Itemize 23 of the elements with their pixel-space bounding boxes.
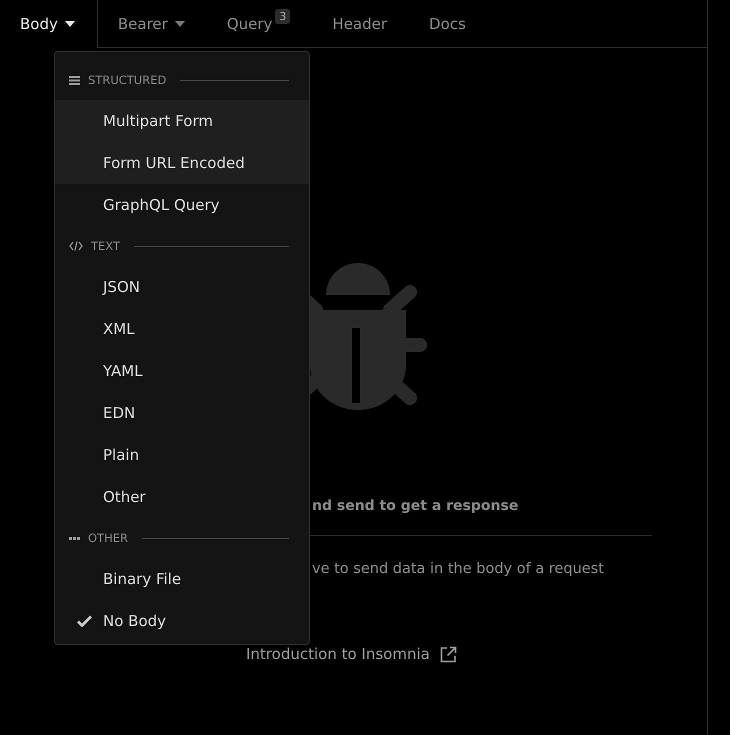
menu-item[interactable]: XML (55, 308, 309, 350)
menu-item[interactable]: Plain (55, 434, 309, 476)
section-label: OTHER (88, 531, 128, 545)
hint-text: ve to send data in the body of a request (312, 561, 604, 577)
menu-item[interactable]: Multipart Form (55, 100, 309, 142)
section-label: STRUCTURED (88, 73, 166, 87)
empty-state-title: nd send to get a response (312, 498, 518, 514)
count-badge: 3 (275, 9, 290, 24)
external-link-icon (440, 646, 457, 662)
menu-item[interactable]: EDN (55, 392, 309, 434)
menu-item[interactable]: GraphQL Query (55, 184, 309, 226)
menu-item[interactable]: Other (55, 476, 309, 518)
menu-item[interactable]: Binary File (55, 558, 309, 600)
menu-item[interactable]: No Body (55, 600, 309, 642)
section-label: TEXT (91, 239, 120, 253)
menu-item[interactable]: Form URL Encoded (55, 142, 309, 184)
code-icon (69, 241, 83, 251)
tab[interactable]: Body (0, 0, 98, 48)
menu-item[interactable]: YAML (55, 350, 309, 392)
documentation-link[interactable]: Introduction to Insomnia (246, 645, 457, 663)
menu-item[interactable]: JSON (55, 266, 309, 308)
menu-icon (69, 76, 80, 84)
dots-icon (69, 536, 80, 540)
